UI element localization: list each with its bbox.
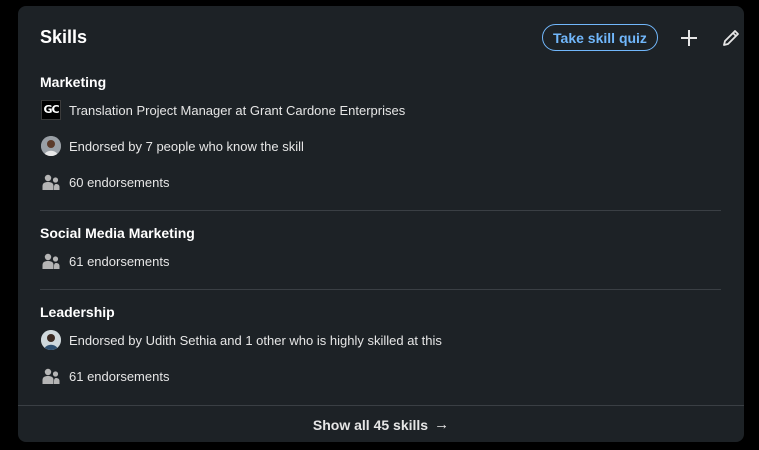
skill-name-leadership[interactable]: Leadership <box>40 304 115 320</box>
people-icon <box>40 171 62 193</box>
skill-endorsed-by-row[interactable]: Endorsed by 7 people who know the skill <box>40 134 304 158</box>
skill-name-marketing[interactable]: Marketing <box>40 74 106 90</box>
show-all-skills-button[interactable]: Show all 45 skills → <box>18 405 744 442</box>
take-skill-quiz-button[interactable]: Take skill quiz <box>542 24 658 51</box>
edit-skills-button[interactable] <box>717 24 744 52</box>
avatar-icon <box>41 330 61 350</box>
section-title: Skills <box>40 27 88 47</box>
endorsement-count: 60 endorsements <box>69 174 170 190</box>
endorsed-by-text: Endorsed by 7 people who know the skill <box>69 138 304 154</box>
endorser-avatar <box>40 135 62 157</box>
avatar-icon <box>41 136 61 156</box>
skill-endorsements-row[interactable]: 61 endorsements <box>40 364 169 388</box>
pencil-icon <box>723 30 739 46</box>
arrow-right-icon: → <box>434 416 450 433</box>
divider <box>40 210 721 211</box>
people-icon <box>40 250 62 272</box>
company-logo: GC <box>40 99 62 121</box>
skill-name-social-media-marketing[interactable]: Social Media Marketing <box>40 225 195 241</box>
grant-cardone-logo-icon: GC <box>41 100 61 120</box>
show-all-label: Show all 45 skills <box>312 416 429 433</box>
endorsement-count: 61 endorsements <box>69 253 170 269</box>
divider <box>40 289 721 290</box>
people-icon <box>40 365 62 387</box>
skills-header: Skills Take skill quiz <box>40 6 744 72</box>
skill-endorsements-row[interactable]: 60 endorsements <box>40 170 169 194</box>
skill-endorsements-row[interactable]: 61 endorsements <box>40 249 169 273</box>
endorser-avatar <box>40 329 62 351</box>
company-context-text: Translation Project Manager at Grant Car… <box>69 102 406 118</box>
endorsed-by-text: Endorsed by Udith Sethia and 1 other who… <box>69 332 442 348</box>
plus-icon <box>681 30 697 46</box>
endorsement-count: 61 endorsements <box>69 368 170 384</box>
skills-card: Skills Take skill quiz Marketing GC Tran… <box>18 6 744 442</box>
skill-endorsed-by-row[interactable]: Endorsed by Udith Sethia and 1 other who… <box>40 328 442 352</box>
skill-context-company: GC Translation Project Manager at Grant … <box>40 98 405 122</box>
add-skill-button[interactable] <box>675 24 703 52</box>
